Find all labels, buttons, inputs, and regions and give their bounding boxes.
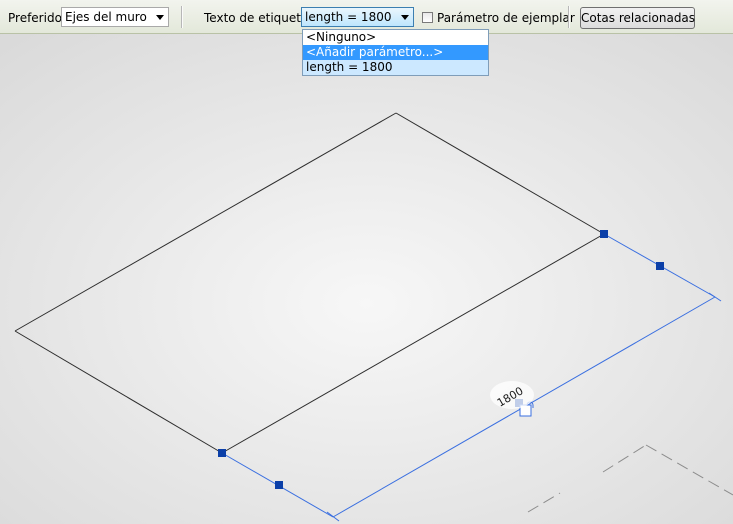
dropdown-option-length[interactable]: length = 1800 [303, 60, 488, 75]
dropdown-option-none[interactable]: <Ninguno> [303, 30, 488, 45]
endpoint-grip[interactable] [218, 449, 226, 457]
instance-parameter-checkbox[interactable] [422, 12, 433, 23]
toolbar-divider [181, 6, 183, 28]
tag-text-combo-value: length = 1800 [305, 10, 392, 24]
tag-text-label: Texto de etiqueta: [204, 11, 313, 25]
preferred-combo-value: Ejes del muro [65, 10, 147, 24]
drawing-viewport[interactable]: 1800 [0, 34, 733, 524]
instance-parameter-label: Parámetro de ejemplar [437, 11, 575, 25]
preferred-combo[interactable]: Ejes del muro [61, 7, 169, 27]
chevron-down-icon [401, 15, 409, 20]
dropdown-option-add-parameter[interactable]: <Añadir parámetro...> [303, 45, 488, 60]
endpoint-grip[interactable] [600, 230, 608, 238]
chevron-down-icon [156, 15, 164, 20]
witness-grip[interactable] [656, 262, 664, 270]
tag-text-combo[interactable]: length = 1800 [301, 7, 414, 27]
witness-grip[interactable] [275, 481, 283, 489]
toolbar-divider [568, 6, 570, 28]
viewport-background [0, 34, 733, 524]
tag-text-dropdown: <Ninguno> <Añadir parámetro...> length =… [302, 29, 489, 76]
related-dimensions-button[interactable]: Cotas relacionadas [580, 7, 695, 29]
preferred-label: Preferido: [8, 11, 66, 25]
